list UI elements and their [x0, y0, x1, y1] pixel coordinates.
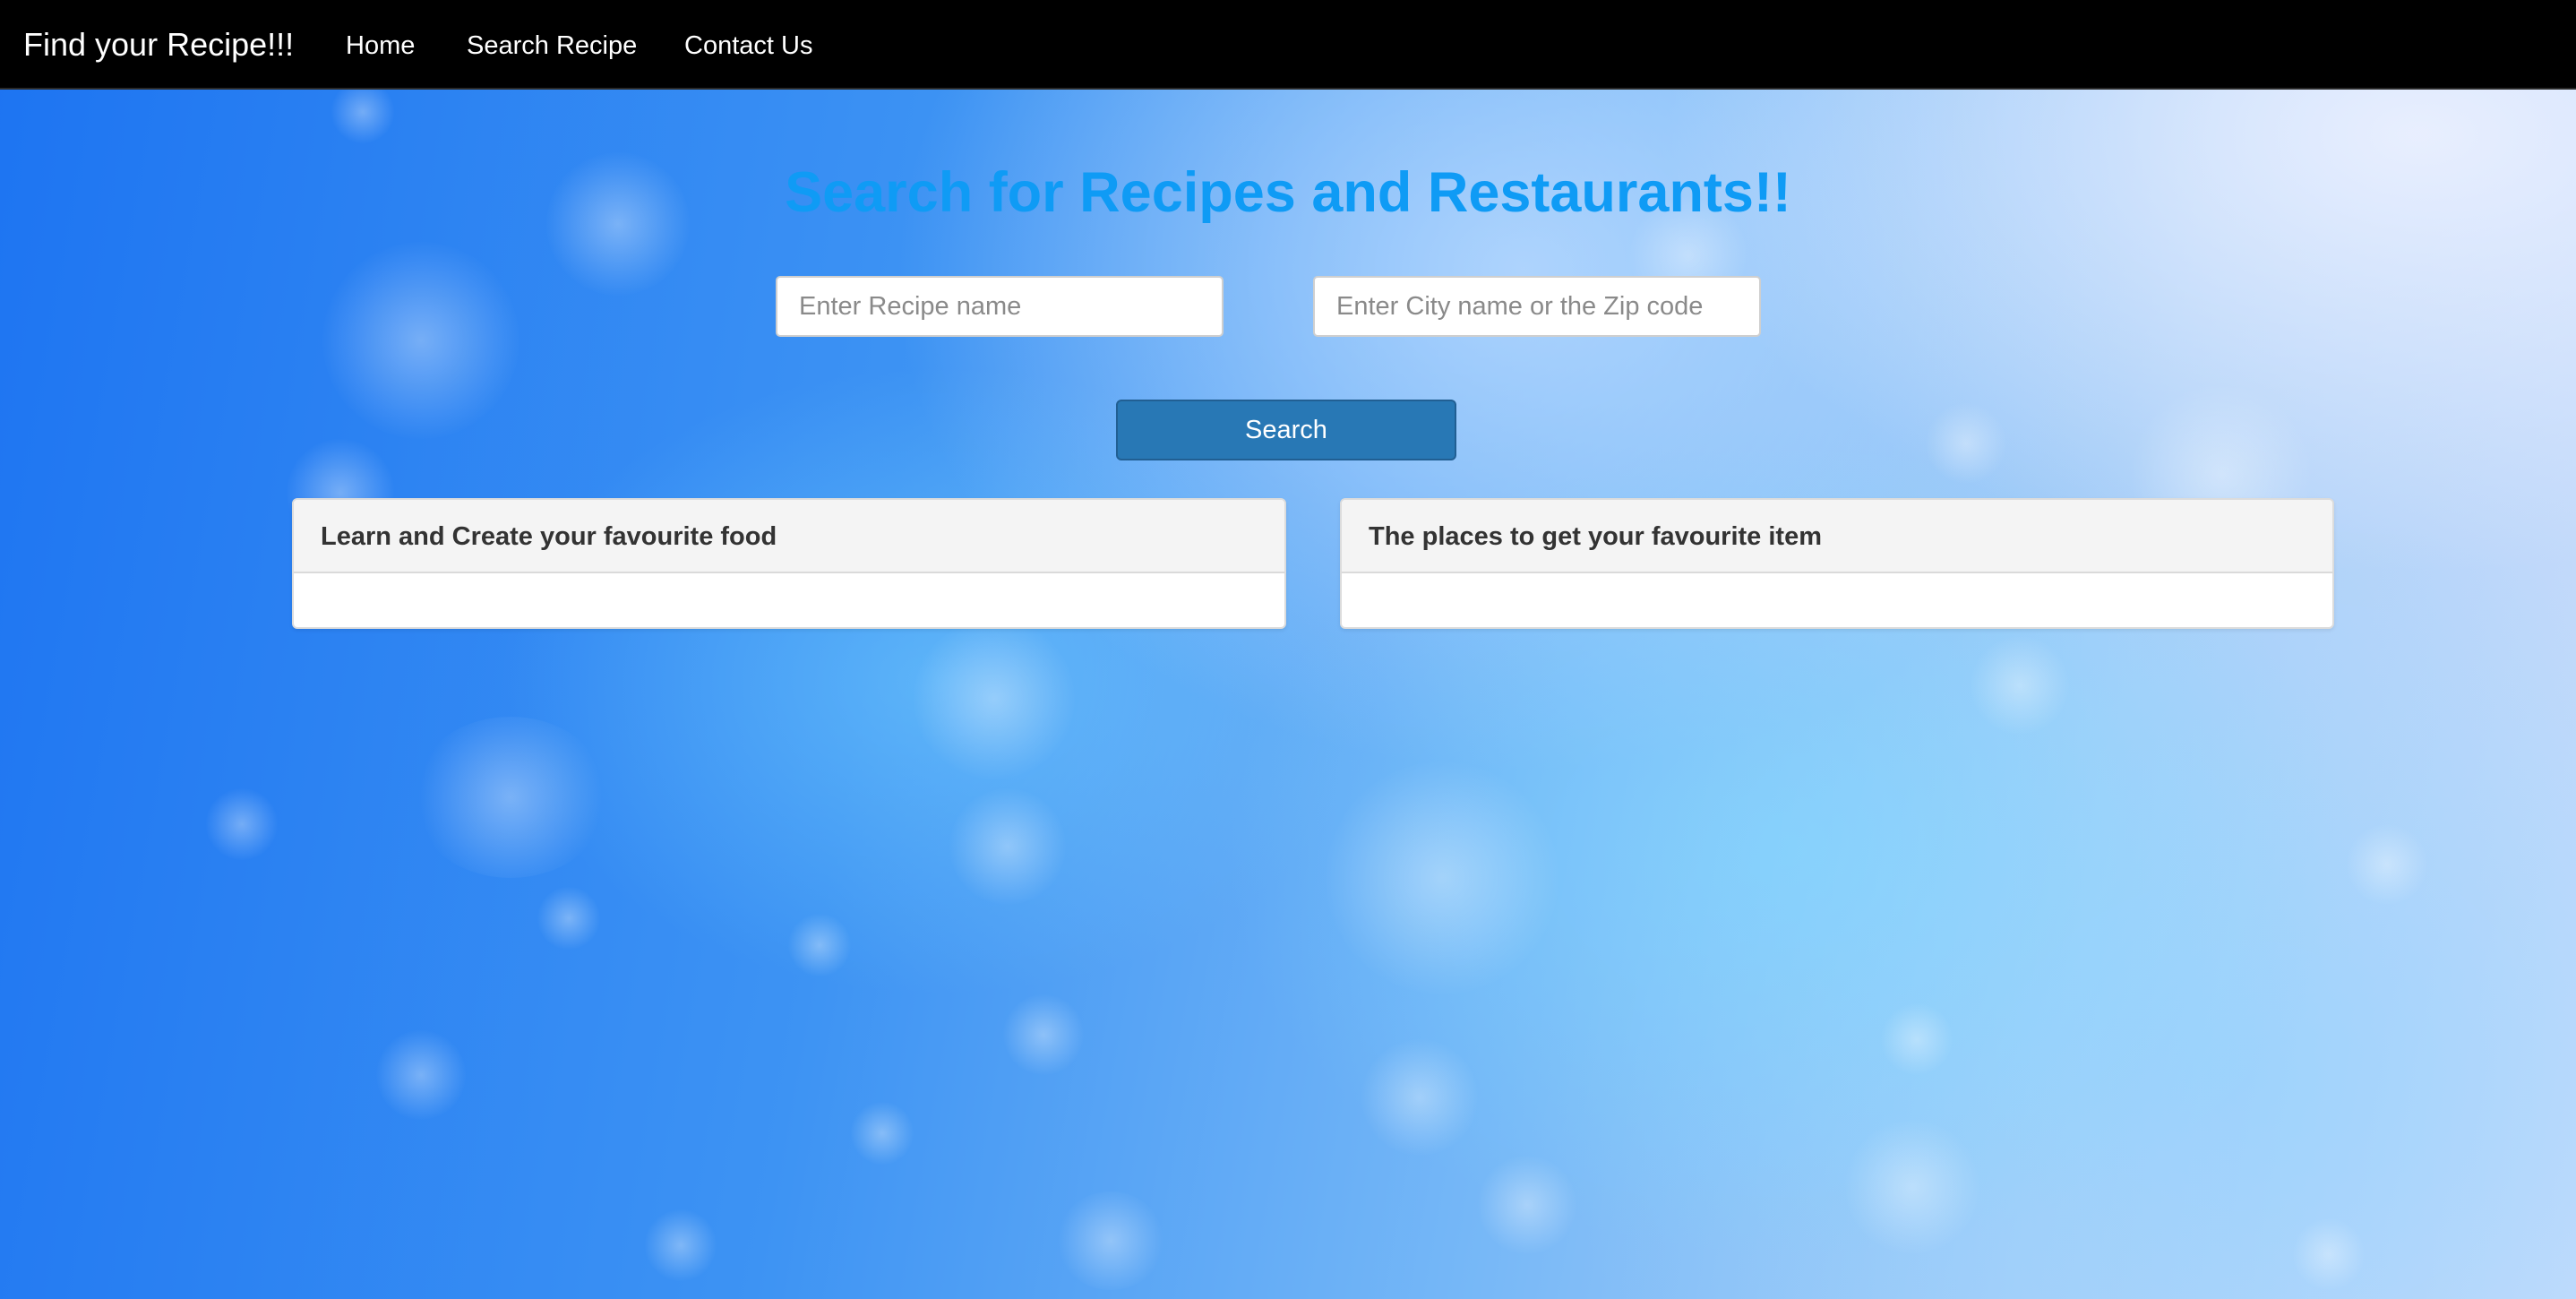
- bokeh-light: [1003, 994, 1084, 1075]
- nav-link-search-recipe[interactable]: Search Recipe: [467, 0, 637, 90]
- bokeh-light: [851, 1102, 914, 1165]
- bokeh-light: [914, 618, 1075, 779]
- search-button[interactable]: Search: [1116, 400, 1456, 460]
- bokeh-light: [1057, 1191, 1164, 1290]
- bokeh-light: [949, 788, 1066, 905]
- bokeh-light: [645, 1209, 717, 1281]
- bokeh-light: [322, 242, 519, 439]
- bokeh-light: [1971, 636, 2069, 735]
- nav-link-contact-us[interactable]: Contact Us: [684, 0, 812, 90]
- brand-logo-link[interactable]: Find your Recipe!!!: [23, 0, 294, 90]
- bokeh-light: [412, 717, 609, 878]
- bokeh-light: [331, 81, 394, 143]
- top-navbar: Find your Recipe!!! Home Search Recipe C…: [0, 0, 2576, 90]
- recipe-name-input[interactable]: [776, 276, 1224, 337]
- bokeh-light: [788, 914, 851, 976]
- bokeh-light: [376, 1030, 466, 1120]
- city-zip-input[interactable]: [1313, 276, 1761, 337]
- recipes-panel-title: Learn and Create your favourite food: [294, 500, 1284, 573]
- recipes-panel-body: [294, 573, 1284, 627]
- bokeh-light: [1926, 403, 2006, 484]
- bokeh-light: [206, 788, 278, 860]
- bokeh-light: [1326, 761, 1558, 994]
- recipes-panel: Learn and Create your favourite food: [292, 498, 1286, 629]
- page-heading: Search for Recipes and Restaurants!!: [785, 161, 1791, 224]
- bokeh-light: [1361, 1039, 1478, 1156]
- bokeh-light: [2293, 1218, 2365, 1290]
- restaurants-panel-body: [1342, 573, 2332, 627]
- bokeh-light: [1845, 1120, 1979, 1254]
- bokeh-light: [1478, 1156, 1576, 1254]
- bokeh-light: [2347, 824, 2427, 905]
- restaurants-panel: The places to get your favourite item: [1340, 498, 2334, 629]
- restaurants-panel-title: The places to get your favourite item: [1342, 500, 2332, 573]
- bokeh-light: [1881, 1003, 1953, 1075]
- bokeh-light: [537, 887, 600, 950]
- nav-link-home[interactable]: Home: [346, 0, 415, 90]
